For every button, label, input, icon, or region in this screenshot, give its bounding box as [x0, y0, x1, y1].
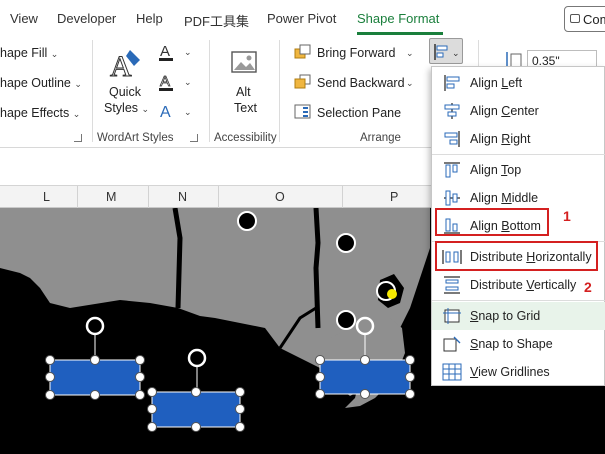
text-fill-button[interactable]: A ⌄: [158, 42, 198, 62]
annotation-number-1: 1: [563, 208, 571, 224]
menu-item-snap-to-grid[interactable]: Snap to Grid: [432, 302, 605, 330]
menu-item-view-gridlines[interactable]: View Gridlines: [432, 358, 605, 386]
tab-view[interactable]: View: [10, 11, 38, 26]
menu-label: Snap to Shape: [470, 337, 553, 351]
column-header-l[interactable]: L: [43, 190, 50, 204]
text-effects-button[interactable]: A ⌄: [158, 102, 198, 122]
align-middle-icon: [444, 190, 460, 206]
menu-label: Align Center: [470, 104, 539, 118]
tab-pdf-tools[interactable]: PDF工具集: [184, 11, 249, 30]
align-right-icon: [444, 131, 460, 147]
chevron-down-icon[interactable]: ⌄: [406, 78, 414, 89]
menu-label: Align Right: [470, 132, 531, 146]
distribute-vertical-icon: [444, 276, 460, 294]
menu-label: Distribute Vertically: [470, 278, 577, 292]
svg-text:A: A: [160, 104, 171, 121]
alt-text-label: Alt: [236, 85, 251, 99]
selection-pane-icon: [294, 104, 312, 120]
bring-forward-button[interactable]: Bring Forward: [317, 46, 396, 60]
wordart-group-label: WordArt Styles: [97, 132, 174, 144]
text-outline-button[interactable]: A ⌄: [158, 72, 198, 92]
annotation-number-2: 2: [584, 279, 592, 295]
send-backward-button[interactable]: Send Backward: [317, 76, 405, 90]
align-center-icon: [444, 103, 460, 119]
alt-text-label-2: Text: [234, 101, 257, 115]
quick-styles-icon[interactable]: A: [108, 46, 144, 84]
menu-label: Align Left: [470, 76, 523, 90]
menu-separator: [432, 300, 605, 301]
ribbon-tabs: View Developer Help PDF工具集 Power Pivot S…: [0, 0, 605, 36]
column-divider: [218, 186, 219, 208]
ribbon-separator: [279, 40, 280, 142]
arrange-group-label: Arrange: [360, 132, 401, 144]
shape-fill-button[interactable]: hape Fill ⌄: [0, 46, 58, 60]
selected-shape: [45, 316, 145, 400]
svg-text:⌄: ⌄: [452, 48, 460, 58]
menu-label: View Gridlines: [470, 365, 550, 379]
shape-effects-button[interactable]: hape Effects ⌄: [0, 106, 80, 120]
align-top-icon: [444, 162, 460, 178]
map-marker: [336, 233, 356, 253]
snap-shape-icon: [443, 336, 461, 352]
column-header-p[interactable]: P: [390, 190, 398, 204]
menu-item-align-right[interactable]: Align Right: [432, 125, 605, 153]
column-header-m[interactable]: M: [106, 190, 116, 204]
ribbon-separator: [209, 40, 210, 142]
bring-forward-icon: [294, 44, 312, 60]
tab-help[interactable]: Help: [136, 11, 163, 26]
svg-text:⌄: ⌄: [184, 107, 192, 117]
column-divider: [342, 186, 343, 208]
map-marker: [336, 310, 356, 330]
menu-label: Align Middle: [470, 191, 539, 205]
svg-text:A: A: [160, 73, 170, 90]
svg-text:⌄: ⌄: [184, 77, 192, 87]
column-divider: [148, 186, 149, 208]
chevron-down-icon[interactable]: ⌄: [406, 48, 414, 59]
accessibility-group-label: Accessibility: [214, 132, 277, 144]
map-marker: [387, 289, 397, 299]
comment-icon: [570, 14, 580, 23]
quick-styles-label-2: Styles ⌄: [104, 101, 150, 115]
align-left-icon: [444, 75, 460, 91]
menu-label: Snap to Grid: [470, 309, 541, 323]
column-header-n[interactable]: N: [178, 190, 187, 204]
menu-item-snap-to-shape[interactable]: Snap to Shape: [432, 330, 605, 358]
selected-shape: [147, 348, 245, 432]
column-header-o[interactable]: O: [275, 190, 285, 204]
tab-shape-format[interactable]: Shape Format: [357, 11, 439, 26]
active-tab-indicator: [357, 32, 443, 35]
shape-outline-button[interactable]: hape Outline ⌄: [0, 76, 82, 90]
send-backward-icon: [294, 74, 312, 90]
svg-text:A: A: [160, 43, 170, 60]
selection-pane-button[interactable]: Selection Pane: [317, 106, 401, 120]
ribbon-separator: [92, 40, 93, 142]
comments-label: Com: [583, 12, 605, 27]
menu-item-align-center[interactable]: Align Center: [432, 97, 605, 125]
map-border: [313, 208, 321, 329]
menu-item-align-left[interactable]: Align Left: [432, 69, 605, 97]
menu-item-distribute-vertically[interactable]: Distribute Vertically: [432, 271, 605, 299]
snap-grid-icon: [443, 308, 461, 324]
tab-power-pivot[interactable]: Power Pivot: [267, 11, 336, 26]
align-button[interactable]: ⌄: [429, 38, 463, 64]
menu-item-align-top[interactable]: Align Top: [432, 156, 605, 184]
annotation-box-distribute-horizontally: [435, 241, 598, 271]
svg-text:⌄: ⌄: [184, 47, 192, 57]
comments-button[interactable]: Com: [564, 6, 605, 32]
map-marker: [237, 211, 257, 231]
menu-separator: [432, 154, 605, 155]
wordart-launcher[interactable]: [190, 134, 198, 142]
shape-styles-launcher[interactable]: [74, 134, 82, 142]
gridlines-icon: [442, 363, 462, 381]
quick-styles-label: Quick: [109, 85, 141, 99]
column-divider: [77, 186, 78, 208]
menu-label: Align Top: [470, 163, 522, 177]
alt-text-icon[interactable]: [230, 48, 260, 78]
annotation-box-align-bottom: [435, 208, 549, 236]
tab-developer[interactable]: Developer: [57, 11, 116, 26]
